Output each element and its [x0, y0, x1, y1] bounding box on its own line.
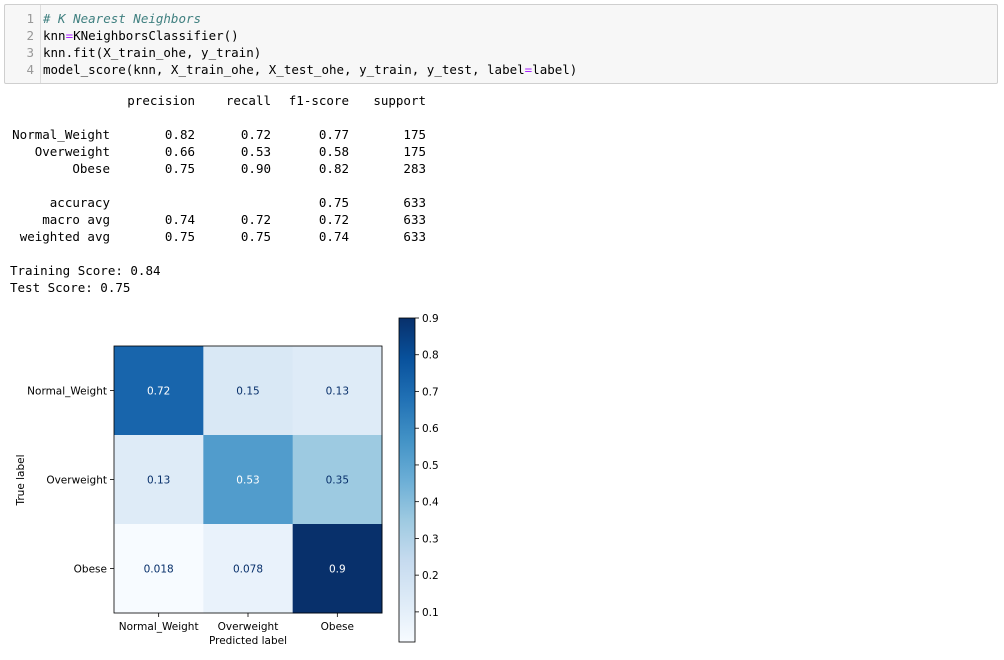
line-number-gutter: 1 2 3 4 [5, 5, 41, 83]
cell-value-label: 0.9 [329, 564, 346, 576]
test-score: Test Score: 0.75 [10, 280, 131, 295]
code-token: KNeighborsClassifier() [73, 28, 239, 43]
colorbar-tick-label: 0.2 [422, 570, 439, 582]
line-number: 1 [26, 11, 34, 26]
code-token: knn [43, 28, 66, 43]
colorbar-tick-label: 0.1 [422, 607, 439, 619]
colorbar-tick-label: 0.5 [422, 460, 439, 472]
cell-value-label: 0.53 [236, 475, 259, 487]
cell-value-label: 0.13 [326, 386, 349, 398]
line-number: 3 [26, 45, 34, 60]
code-cell-input[interactable]: 1 2 3 4 # K Nearest Neighbors knn=KNeighb… [4, 4, 998, 84]
code-token: model_score(knn, X_train_ohe, X_test_ohe… [43, 62, 525, 77]
matrix-frame [113, 345, 383, 614]
matrix-cell [203, 346, 294, 436]
y-axis-label: True label [15, 454, 27, 506]
cell-value-label: 0.078 [233, 564, 263, 576]
matrix-cell [292, 435, 383, 525]
code-line[interactable]: knn.fit(X_train_ohe, y_train) [43, 44, 577, 61]
y-tick-label: Normal_Weight [27, 386, 107, 398]
report-cell: 633 [403, 212, 426, 227]
code-line[interactable]: knn=KNeighborsClassifier() [43, 27, 577, 44]
training-score: Training Score: 0.84 [10, 263, 161, 278]
code-token: = [65, 28, 74, 43]
line-number: 2 [26, 28, 34, 43]
line-number: 4 [26, 62, 34, 77]
colorbar-tick-label: 0.3 [422, 533, 439, 545]
colorbar-tick-label: 0.8 [422, 350, 439, 362]
matrix-cell [203, 524, 294, 614]
code-line[interactable]: model_score(knn, X_train_ohe, X_test_ohe… [43, 61, 577, 78]
code-token: label) [532, 62, 578, 77]
colorbar-tick-label: 0.6 [422, 423, 439, 435]
cell-value-label: 0.13 [147, 475, 170, 487]
report-cell: 633 [403, 195, 426, 210]
x-axis-label: Predicted label [209, 635, 287, 647]
y-tick-label: Overweight [46, 475, 107, 487]
report-cell: 633 [403, 229, 426, 244]
code-token: # K Nearest Neighbors [43, 11, 202, 26]
colorbar-tick-label: 0.7 [422, 386, 439, 398]
colorbar-tick-label: 0.9 [422, 313, 439, 325]
matrix-cell [114, 435, 204, 525]
x-tick-label: Obese [321, 621, 354, 633]
cell-value-label: 0.018 [144, 564, 174, 576]
cell-value-label: 0.35 [326, 475, 349, 487]
code-token: knn.fit(X_train_ohe, y_train) [43, 45, 262, 60]
y-tick-label: Obese [74, 564, 107, 576]
report-cell: 175 [403, 127, 426, 142]
colorbar [398, 317, 416, 643]
x-tick-label: Overweight [218, 621, 279, 633]
matrix-cell [292, 524, 383, 614]
report-header: support [373, 93, 426, 108]
report-row-label: accuracy [49, 195, 110, 210]
cell-value-label: 0.15 [236, 386, 259, 398]
x-tick-label: Normal_Weight [119, 621, 199, 633]
report-cell: 283 [403, 161, 426, 176]
report-cell: 175 [403, 144, 426, 159]
cell-value-label: 0.72 [147, 386, 170, 398]
code-line[interactable]: # K Nearest Neighbors [43, 10, 577, 27]
matrix-cell [292, 346, 383, 436]
code-editor[interactable]: # K Nearest Neighbors knn=KNeighborsClass… [43, 10, 577, 78]
matrix-cell [203, 435, 294, 525]
colorbar-tick-label: 0.4 [422, 497, 439, 509]
matrix-cell [114, 346, 204, 436]
matrix-cell [114, 524, 204, 614]
